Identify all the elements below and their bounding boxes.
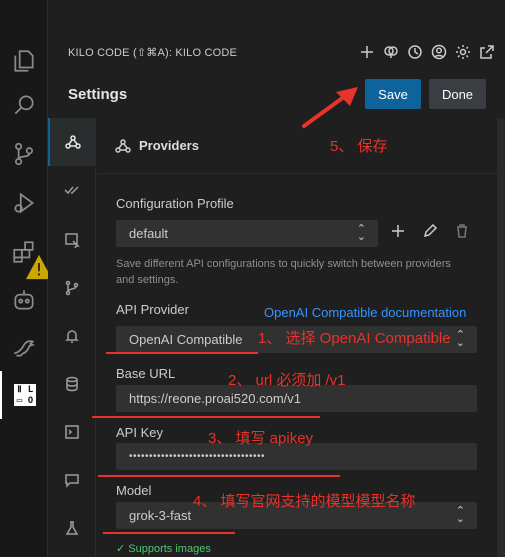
delete-profile-icon[interactable] bbox=[454, 223, 470, 244]
scrollbar[interactable] bbox=[497, 118, 505, 557]
chevron-updown-icon: ⌃ ⌄ bbox=[356, 223, 366, 243]
activity-bar: ! Ⅱ L ▭ O bbox=[0, 0, 52, 557]
context-icon[interactable] bbox=[48, 360, 96, 408]
files-icon[interactable] bbox=[0, 37, 48, 85]
annotation-arrow-icon bbox=[302, 87, 358, 128]
providers-section-header: Providers bbox=[97, 118, 497, 174]
header-toolbar bbox=[359, 44, 495, 60]
model-label: Model bbox=[116, 483, 152, 498]
config-profile-select[interactable]: default ⌃ ⌄ bbox=[116, 220, 378, 247]
providers-heading: Providers bbox=[139, 138, 199, 153]
annotation-step1: 1、 选择 OpenAI Compatible bbox=[258, 330, 451, 347]
supports-images-badge: ✓ Supports images bbox=[116, 543, 211, 555]
base-url-value: https://reone.proai520.com/v1 bbox=[129, 391, 301, 406]
checkpoints-icon[interactable] bbox=[48, 264, 96, 312]
annotation-underline-1 bbox=[106, 352, 258, 354]
prompts-icon[interactable] bbox=[48, 456, 96, 504]
experimental-icon[interactable] bbox=[48, 504, 96, 552]
annotation-underline-3 bbox=[98, 475, 340, 477]
run-debug-icon[interactable] bbox=[0, 179, 48, 227]
chevron-updown-icon: ⌃ ⌄ bbox=[455, 505, 465, 525]
rename-profile-icon[interactable] bbox=[422, 223, 438, 244]
history-icon[interactable] bbox=[407, 44, 423, 60]
add-profile-icon[interactable] bbox=[390, 223, 406, 244]
auto-approve-icon[interactable] bbox=[48, 166, 96, 214]
save-button[interactable]: Save bbox=[365, 79, 421, 109]
annotation-underline-4 bbox=[103, 532, 235, 534]
browser-icon[interactable] bbox=[48, 216, 96, 264]
popout-icon[interactable] bbox=[479, 44, 495, 60]
config-profile-value: default bbox=[129, 226, 169, 241]
config-profile-help: Save different API configurations to qui… bbox=[116, 258, 451, 286]
notifications-icon[interactable] bbox=[48, 312, 96, 360]
api-provider-doc-link[interactable]: OpenAI Compatible documentation bbox=[264, 305, 466, 320]
annotation-step5: 5、 保存 bbox=[330, 138, 388, 155]
config-profile-label: Configuration Profile bbox=[116, 196, 234, 211]
api-key-value: •••••••••••••••••••••••••••••••••• bbox=[129, 451, 266, 462]
search-icon[interactable] bbox=[0, 81, 48, 129]
model-value: grok-3-fast bbox=[129, 508, 192, 523]
done-button[interactable]: Done bbox=[429, 79, 486, 109]
settings-title: Settings bbox=[68, 86, 128, 103]
panel-title: KILO CODE (⇧⌘A): KILO CODE bbox=[68, 47, 238, 59]
gear-icon[interactable] bbox=[455, 44, 471, 60]
providers-icon[interactable] bbox=[48, 118, 96, 166]
api-provider-value: OpenAI Compatible bbox=[129, 332, 243, 347]
annotation-step4: 4、 填写官网支持的模型模型名称 bbox=[193, 493, 416, 510]
annotation-underline-2 bbox=[92, 416, 320, 418]
annotation-step2: 2、 url 必须加 /v1 bbox=[228, 372, 346, 389]
providers-icon bbox=[115, 138, 131, 153]
extensions-icon[interactable]: ! bbox=[0, 228, 52, 279]
annotation-step3: 3、 填写 apikey bbox=[208, 430, 314, 447]
source-control-icon[interactable] bbox=[0, 130, 48, 178]
account-icon[interactable] bbox=[431, 44, 447, 60]
brain-icon[interactable] bbox=[383, 44, 399, 60]
settings-tab-bar bbox=[48, 118, 96, 557]
chevron-updown-icon: ⌃ ⌄ bbox=[455, 329, 465, 349]
plus-icon[interactable] bbox=[359, 44, 375, 60]
profile-actions bbox=[390, 223, 470, 244]
base-url-label: Base URL bbox=[116, 366, 176, 381]
api-provider-label: API Provider bbox=[116, 302, 189, 317]
kangaroo-icon[interactable] bbox=[0, 323, 48, 371]
copilot-icon[interactable] bbox=[0, 276, 48, 324]
api-key-label: API Key bbox=[116, 425, 163, 440]
terminal-icon[interactable] bbox=[48, 408, 96, 456]
kilo-code-icon[interactable]: Ⅱ L ▭ O bbox=[0, 371, 48, 419]
